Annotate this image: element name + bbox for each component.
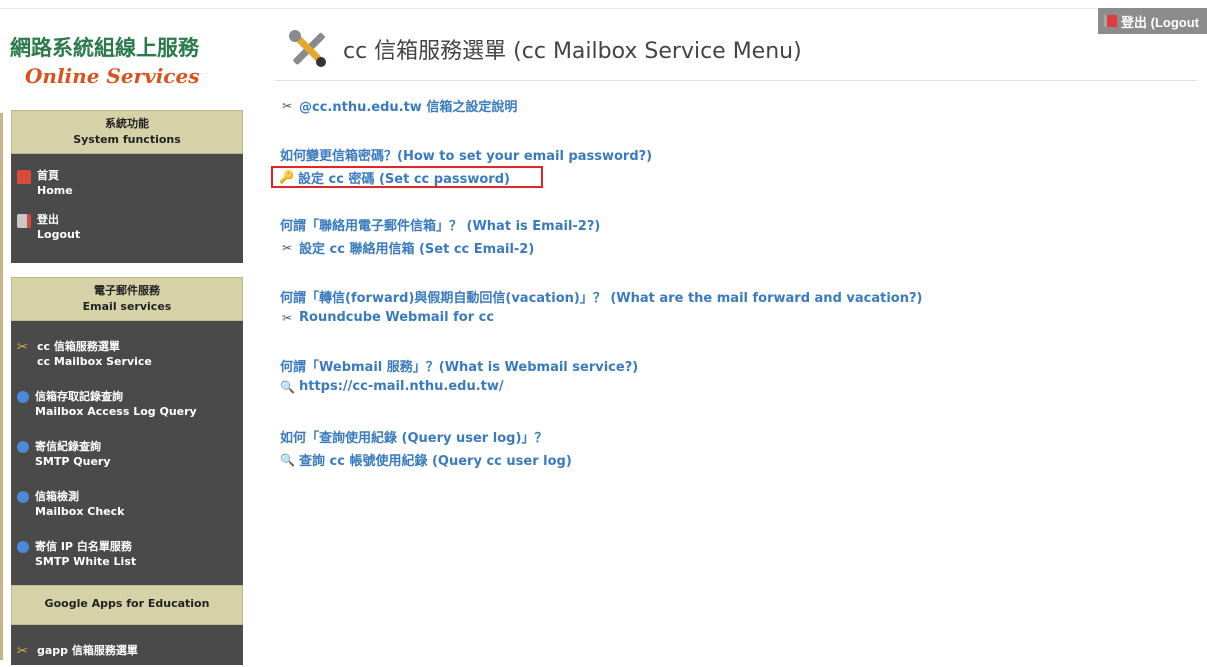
question-userlog-link[interactable]: 如何「查詢使用紀錄 (Query user log)」？ xyxy=(280,427,547,446)
setup-instructions-row: ✂ @cc.nthu.edu.tw 信箱之設定說明 xyxy=(280,96,517,116)
home-icon xyxy=(17,170,31,184)
tools-icon: ✂ xyxy=(281,240,293,255)
tools-icon: ✂ xyxy=(17,644,28,659)
question-password-link[interactable]: 如何變更信箱密碼？(How to set your email password… xyxy=(280,145,652,164)
set-password-link[interactable]: 設定 cc 密碼 (Set cc password) xyxy=(298,168,510,187)
question-forward-link[interactable]: 何謂「轉信(forward)與假期自動回信(vacation)」？ (What … xyxy=(280,287,922,306)
webmail-url-row: 🔍 https://cc-mail.nthu.edu.tw/ xyxy=(280,379,504,394)
set-email2-link[interactable]: 設定 cc 聯絡用信箱 (Set cc Email-2) xyxy=(299,238,534,257)
sidebar-section-system: 系統功能 System functions 首頁 Home 登出 Logout xyxy=(11,110,243,263)
sidebar-item-mailbox-service[interactable]: ✂ cc 信箱服務選單 cc Mailbox Service xyxy=(11,333,243,383)
sidebar-item-home[interactable]: 首頁 Home xyxy=(11,162,243,206)
section-header-system: 系統功能 System functions xyxy=(11,110,243,154)
magnifier-icon xyxy=(17,541,29,553)
question-webmail: 何謂「Webmail 服務」？(What is Webmail service?… xyxy=(280,356,638,375)
sidebar-item-gapp-service[interactable]: ✂ gapp 信箱服務選單 xyxy=(11,637,243,667)
set-password-highlight: 🔑 設定 cc 密碼 (Set cc password) xyxy=(271,166,543,188)
magnifier-icon xyxy=(17,441,29,453)
section-header-email: 電子郵件服務 Email services xyxy=(11,277,243,321)
sidebar-section-google: Google Apps for Education ✂ gapp 信箱服務選單 xyxy=(11,585,243,665)
tools-icon: ✂ xyxy=(281,310,293,325)
page-title: cc 信箱服務選單 (cc Mailbox Service Menu) xyxy=(343,39,802,64)
magnifier-icon xyxy=(17,491,29,503)
logout-icon xyxy=(17,214,31,228)
setup-instructions-link[interactable]: @cc.nthu.edu.tw 信箱之設定說明 xyxy=(299,96,517,115)
roundcube-link[interactable]: Roundcube Webmail for cc xyxy=(299,310,494,325)
sidebar-item-smtp-query[interactable]: 寄信紀錄查詢 SMTP Query xyxy=(11,433,243,483)
question-forward: 何謂「轉信(forward)與假期自動回信(vacation)」？ (What … xyxy=(280,287,922,306)
magnifier-icon xyxy=(17,391,29,403)
tools-icon xyxy=(285,26,331,72)
key-icon: 🔑 xyxy=(279,170,294,184)
question-email2: 何謂「聯絡用電子郵件信箱」？ (What is Email-2?) xyxy=(280,215,600,234)
question-webmail-link[interactable]: 何謂「Webmail 服務」？(What is Webmail service?… xyxy=(280,356,638,375)
brand-title-en: Online Services xyxy=(25,64,200,88)
sidebar-item-mailbox-check[interactable]: 信箱檢測 Mailbox Check xyxy=(11,483,243,533)
query-log-link[interactable]: 查詢 cc 帳號使用紀錄 (Query cc user log) xyxy=(299,450,572,469)
sidebar-item-logout[interactable]: 登出 Logout xyxy=(11,206,243,250)
webmail-url-link[interactable]: https://cc-mail.nthu.edu.tw/ xyxy=(299,379,504,394)
logout-icon xyxy=(1104,15,1117,27)
sidebar-section-email: 電子郵件服務 Email services ✂ cc 信箱服務選單 cc Mail… xyxy=(11,277,243,587)
magnifier-icon: 🔍 xyxy=(280,379,295,394)
tools-icon: ✂ xyxy=(17,340,28,355)
brand-logo: 網路系統組線上服務 Online Services xyxy=(10,32,244,88)
top-logout-button[interactable]: 登出 (Logout xyxy=(1098,8,1207,34)
tools-icon: ✂ xyxy=(281,98,293,113)
roundcube-row: ✂ Roundcube Webmail for cc xyxy=(280,310,494,325)
title-divider xyxy=(275,80,1197,81)
sidebar-item-smtp-whitelist[interactable]: 寄信 IP 白名單服務 SMTP White List xyxy=(11,533,243,583)
question-password: 如何變更信箱密碼？(How to set your email password… xyxy=(280,145,652,164)
set-email2-row: ✂ 設定 cc 聯絡用信箱 (Set cc Email-2) xyxy=(280,238,534,258)
section-header-google: Google Apps for Education xyxy=(11,585,243,625)
sidebar-edge xyxy=(0,113,3,660)
page-header: cc 信箱服務選單 (cc Mailbox Service Menu) xyxy=(285,26,802,72)
magnifier-icon: 🔍 xyxy=(280,452,295,467)
query-log-row: 🔍 查詢 cc 帳號使用紀錄 (Query cc user log) xyxy=(280,450,572,470)
question-email2-link[interactable]: 何謂「聯絡用電子郵件信箱」？ (What is Email-2?) xyxy=(280,215,600,234)
brand-title-zh: 網路系統組線上服務 xyxy=(10,36,199,60)
sidebar-item-access-log[interactable]: 信箱存取記錄查詢 Mailbox Access Log Query xyxy=(11,383,243,433)
sidebar: 網路系統組線上服務 Online Services 系統功能 System fu… xyxy=(0,8,244,665)
question-userlog: 如何「查詢使用紀錄 (Query user log)」？ xyxy=(280,427,547,446)
